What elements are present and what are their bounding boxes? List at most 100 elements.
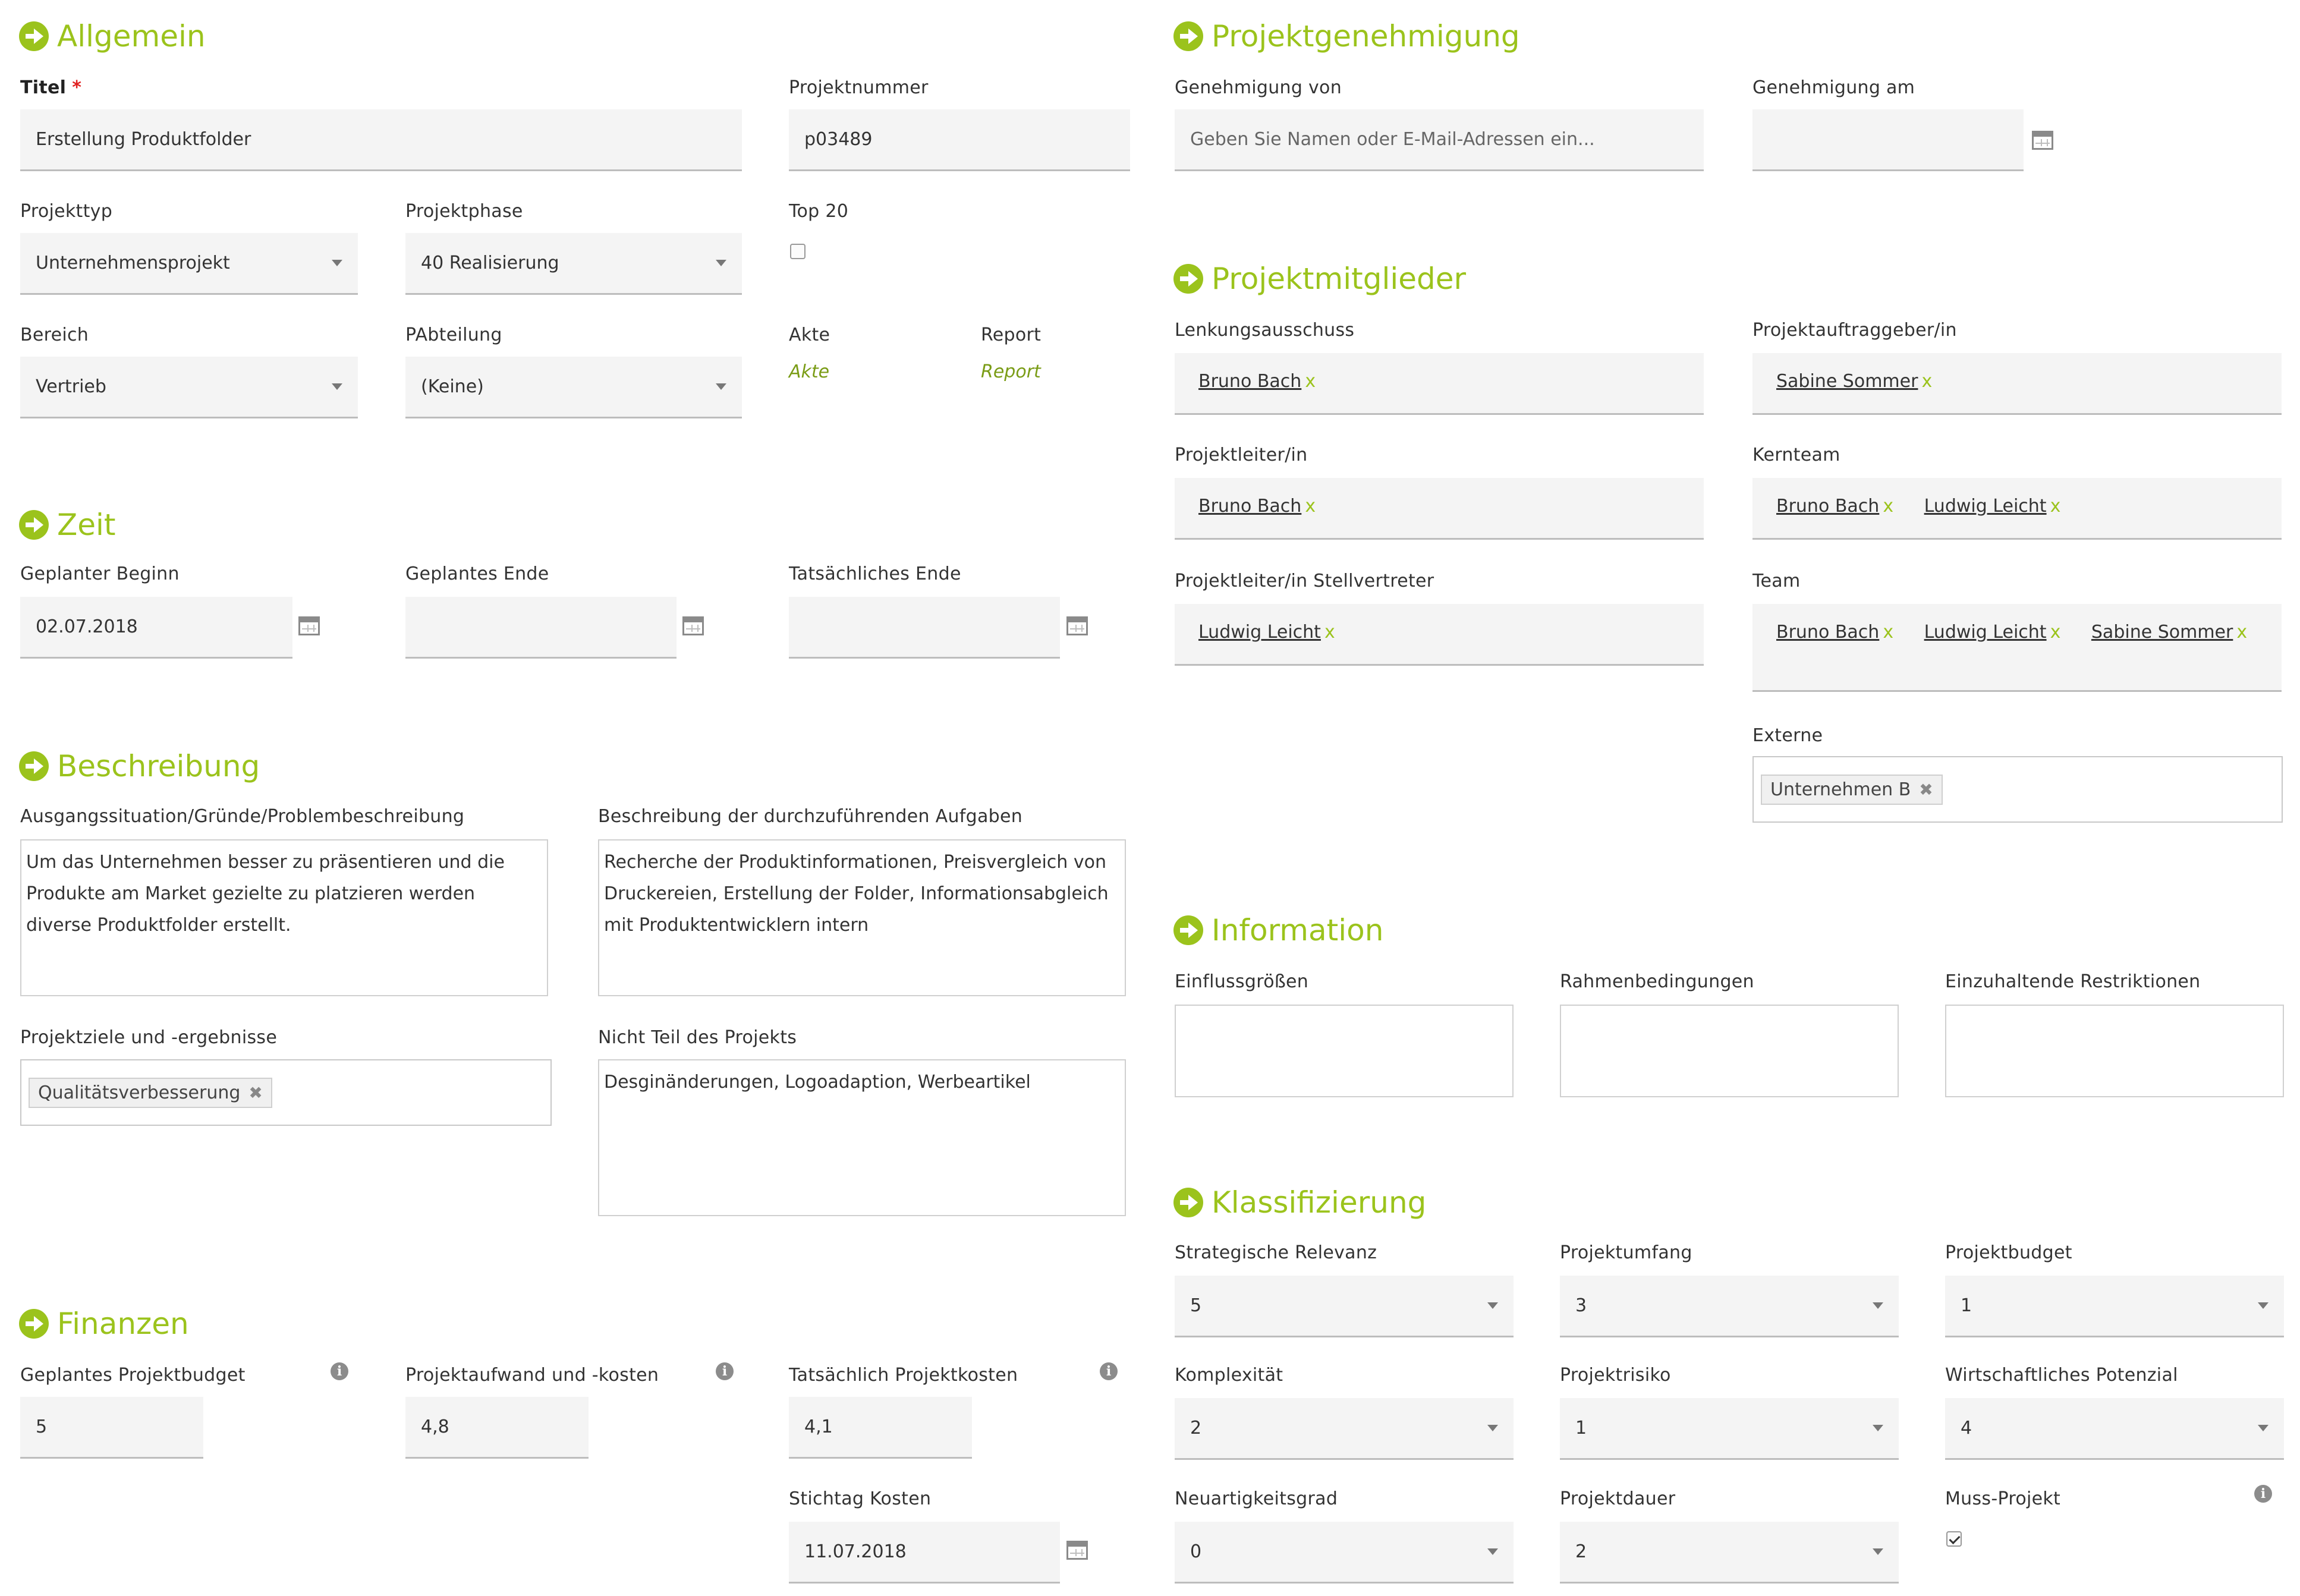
stichtag-kosten-input[interactable]: 11.07.2018 xyxy=(789,1522,1060,1584)
restriktionen-label: Einzuhaltende Restriktionen xyxy=(1945,971,2201,992)
kernteam-label: Kernteam xyxy=(1752,445,1840,465)
info-icon[interactable]: i xyxy=(331,1362,348,1380)
person-chip[interactable]: Sabine Sommer x xyxy=(1776,371,1932,392)
tatsaechlich-kosten-input[interactable]: 4,1 xyxy=(789,1397,972,1459)
projekttyp-select[interactable]: Unternehmensprojekt xyxy=(20,233,358,295)
geplantes-budget-input[interactable]: 5 xyxy=(20,1397,203,1459)
rahmenbedingungen-textarea[interactable] xyxy=(1560,1005,1899,1097)
projektziele-tagbox[interactable]: Qualitätsverbesserung ✖ xyxy=(20,1059,552,1126)
info-icon[interactable]: i xyxy=(1100,1362,1118,1380)
section-title: Allgemein xyxy=(57,19,206,53)
remove-icon[interactable]: x xyxy=(1883,622,1893,643)
person-chip[interactable]: Bruno Bach x xyxy=(1198,496,1316,517)
stellvertreter-field[interactable]: Ludwig Leicht x xyxy=(1175,604,1704,666)
geplantes-ende-input[interactable] xyxy=(405,597,677,659)
calendar-icon[interactable] xyxy=(2032,131,2053,150)
person-chip[interactable]: Bruno Bach x xyxy=(1776,622,1893,643)
arrow-circle-icon xyxy=(19,21,49,51)
projektphase-label: Projektphase xyxy=(405,201,523,222)
projektbudget-select[interactable]: 1 xyxy=(1945,1276,2284,1337)
remove-icon[interactable]: x xyxy=(1883,496,1893,517)
pabteilung-select[interactable]: (Keine) xyxy=(405,357,742,418)
chevron-down-icon xyxy=(1487,1302,1498,1309)
nicht-teil-textarea[interactable]: Desginänderungen, Logoadaption, Werbeart… xyxy=(598,1059,1126,1216)
remove-icon[interactable]: x xyxy=(1305,371,1316,392)
remove-icon[interactable]: x xyxy=(2236,622,2247,643)
remove-icon[interactable]: x xyxy=(1324,622,1335,643)
remove-icon[interactable]: x xyxy=(1921,371,1932,392)
neuartigkeitsgrad-label: Neuartigkeitsgrad xyxy=(1175,1488,1338,1509)
arrow-circle-icon xyxy=(19,751,49,781)
muss-projekt-checkbox[interactable] xyxy=(1946,1531,1962,1547)
projektnummer-label: Projektnummer xyxy=(789,77,929,98)
projektdauer-select[interactable]: 2 xyxy=(1560,1522,1899,1584)
arrow-circle-icon xyxy=(1173,1188,1203,1217)
calendar-icon[interactable] xyxy=(682,616,704,635)
info-icon[interactable]: i xyxy=(2254,1485,2272,1503)
calendar-icon[interactable] xyxy=(1066,616,1088,635)
genehmigung-von-input[interactable]: Geben Sie Namen oder E-Mail-Adressen ein… xyxy=(1175,109,1704,171)
chevron-down-icon xyxy=(1873,1302,1883,1309)
komplexitaet-label: Komplexität xyxy=(1175,1365,1283,1386)
person-chip[interactable]: Sabine Sommer x xyxy=(2091,622,2247,643)
neuartigkeitsgrad-select[interactable]: 0 xyxy=(1175,1522,1514,1584)
section-title: Beschreibung xyxy=(57,749,260,783)
team-field[interactable]: Bruno Bach x Ludwig Leicht x Sabine Sommer… xyxy=(1752,604,2282,692)
report-label: Report xyxy=(981,325,1042,345)
einflussgroessen-textarea[interactable] xyxy=(1175,1005,1514,1097)
geplanter-beginn-input[interactable]: 02.07.2018 xyxy=(20,597,292,659)
komplexitaet-select[interactable]: 2 xyxy=(1175,1398,1514,1460)
genehmigung-am-input[interactable] xyxy=(1752,109,2024,171)
remove-icon[interactable]: x xyxy=(2050,622,2061,643)
tatsaechliches-ende-input[interactable] xyxy=(789,597,1060,659)
remove-tag-icon[interactable]: ✖ xyxy=(1919,780,1933,799)
calendar-icon[interactable] xyxy=(298,616,320,635)
ausgangssituation-textarea[interactable]: Um das Unternehmen besser zu präsentiere… xyxy=(20,839,548,996)
chevron-down-icon xyxy=(1873,1548,1883,1555)
tatsaechlich-kosten-label: Tatsächlich Projektkosten xyxy=(789,1365,1018,1386)
chevron-down-icon xyxy=(716,260,726,266)
muss-projekt-label: Muss-Projekt xyxy=(1945,1488,2061,1509)
auftraggeber-field[interactable]: Sabine Sommer x xyxy=(1752,353,2282,415)
restriktionen-textarea[interactable] xyxy=(1945,1005,2284,1097)
section-zeit: Zeit xyxy=(19,504,116,546)
section-beschreibung: Beschreibung xyxy=(19,745,260,787)
projektnummer-input[interactable]: p03489 xyxy=(789,109,1130,171)
remove-icon[interactable]: x xyxy=(2050,496,2061,517)
kernteam-field[interactable]: Bruno Bach x Ludwig Leicht x xyxy=(1752,478,2282,540)
akte-label: Akte xyxy=(789,325,830,345)
projektumfang-select[interactable]: 3 xyxy=(1560,1276,1899,1337)
remove-icon[interactable]: x xyxy=(1305,496,1316,517)
section-finanzen: Finanzen xyxy=(19,1303,189,1345)
info-icon[interactable]: i xyxy=(716,1362,734,1380)
person-chip[interactable]: Bruno Bach x xyxy=(1776,496,1893,517)
remove-tag-icon[interactable]: ✖ xyxy=(248,1083,262,1103)
person-chip[interactable]: Ludwig Leicht x xyxy=(1924,622,2061,643)
titel-input[interactable]: Erstellung Produktfolder xyxy=(20,109,742,171)
report-link[interactable]: Report xyxy=(981,361,1041,382)
ausgangssituation-label: Ausgangssituation/Gründe/Problembeschrei… xyxy=(20,806,465,827)
strategische-relevanz-select[interactable]: 5 xyxy=(1175,1276,1514,1337)
bereich-select[interactable]: Vertrieb xyxy=(20,357,358,418)
akte-link[interactable]: Akte xyxy=(789,361,829,382)
genehmigung-am-label: Genehmigung am xyxy=(1752,77,1915,98)
top20-checkbox[interactable] xyxy=(790,244,806,259)
section-projektmitglieder: Projektmitglieder xyxy=(1173,258,1466,300)
calendar-icon[interactable] xyxy=(1066,1541,1088,1560)
stellvertreter-label: Projektleiter/in Stellvertreter xyxy=(1175,571,1434,591)
lenkungsausschuss-label: Lenkungsausschuss xyxy=(1175,320,1355,341)
wirtschaftliches-potenzial-select[interactable]: 4 xyxy=(1945,1398,2284,1460)
person-chip[interactable]: Bruno Bach x xyxy=(1198,371,1316,392)
aufgaben-textarea[interactable]: Recherche der Produktinformationen, Prei… xyxy=(598,839,1126,996)
projektrisiko-select[interactable]: 1 xyxy=(1560,1398,1899,1460)
projektleiter-field[interactable]: Bruno Bach x xyxy=(1175,478,1704,540)
externe-tagbox[interactable]: Unternehmen B ✖ xyxy=(1752,756,2283,823)
chevron-down-icon xyxy=(1487,1425,1498,1431)
projektphase-select[interactable]: 40 Realisierung xyxy=(405,233,742,295)
projektaufwand-input[interactable]: 4,8 xyxy=(405,1397,589,1459)
person-chip[interactable]: Ludwig Leicht x xyxy=(1924,496,2061,517)
person-chip[interactable]: Ludwig Leicht x xyxy=(1198,622,1335,643)
stichtag-kosten-label: Stichtag Kosten xyxy=(789,1488,932,1509)
arrow-circle-icon xyxy=(19,1309,49,1339)
lenkungsausschuss-field[interactable]: Bruno Bach x xyxy=(1175,353,1704,415)
